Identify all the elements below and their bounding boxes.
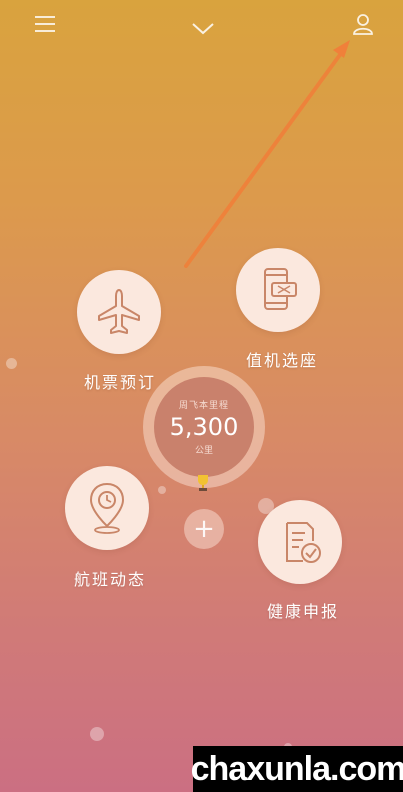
check-in-button[interactable] [236,248,320,332]
flight-booking-button[interactable] [77,270,161,354]
mileage-unit: 公里 [194,446,213,456]
flight-booking-icon-circle [77,270,161,354]
document-check-icon [286,522,321,563]
flight-status-button[interactable] [65,466,149,550]
health-declaration-button[interactable] [258,500,342,584]
mileage-gauge-ring: 周飞本里程 5,300 公里 [143,366,265,488]
trophy-badge [196,474,210,496]
mileage-gauge[interactable]: 周飞本里程 5,300 公里 [143,366,265,488]
phone-ticket-icon [264,268,297,310]
health-declaration-label[interactable]: 健康申报 [267,598,339,622]
mileage-gauge-center: 周飞本里程 5,300 公里 [154,377,254,477]
decor-dot [6,358,17,369]
trophy-icon [198,475,208,491]
airplane-icon [98,289,140,334]
health-declaration-icon-circle [258,500,342,584]
flight-status-icon-circle [65,466,149,550]
decor-dot [90,727,104,741]
add-button[interactable]: + [184,509,224,549]
location-clock-icon [89,482,125,534]
mileage-value: 5,300 [169,413,239,441]
mileage-title: 周飞本里程 [178,401,229,411]
watermark: chaxunla.com [191,746,403,792]
flight-status-label[interactable]: 航班动态 [74,566,146,590]
check-in-icon-circle [236,248,320,332]
